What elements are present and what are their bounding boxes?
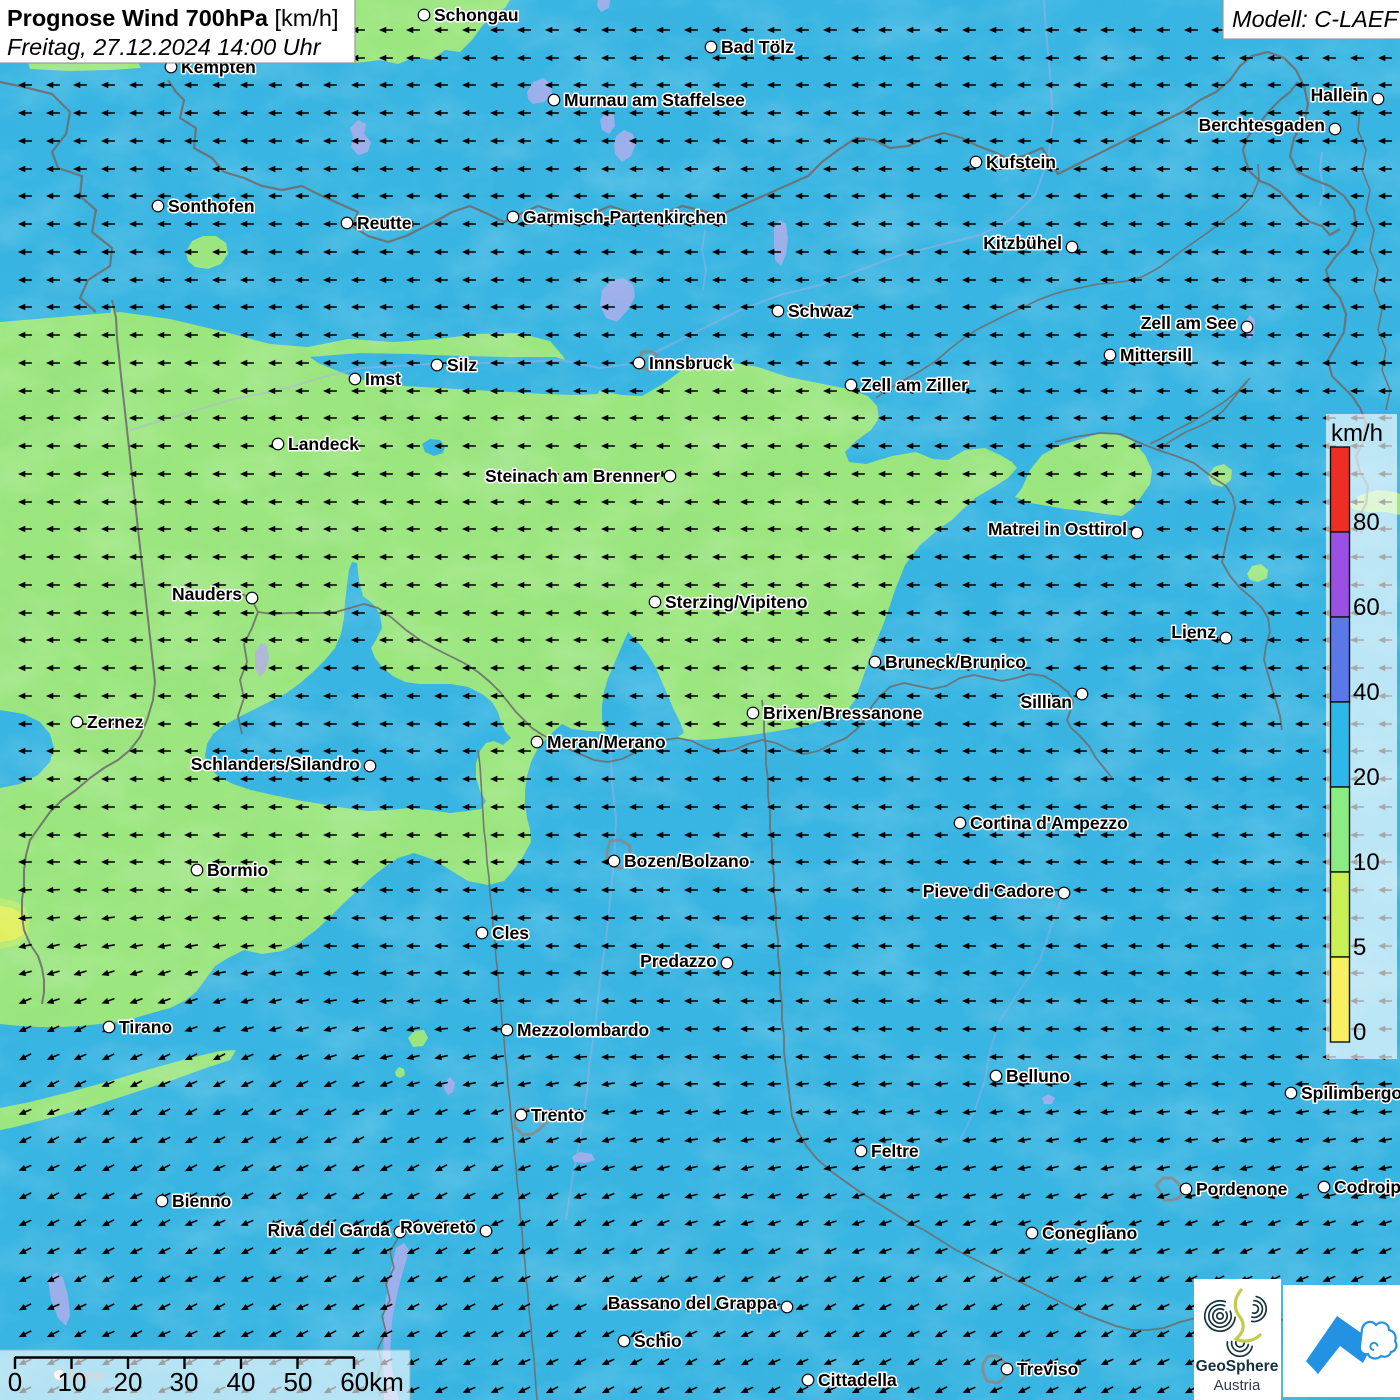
- svg-text:Cortina d'Ampezzo: Cortina d'Ampezzo: [970, 813, 1128, 833]
- svg-text:Treviso: Treviso: [1017, 1359, 1078, 1379]
- svg-text:Brixen/Bressanone: Brixen/Bressanone: [763, 703, 923, 723]
- svg-text:Bienno: Bienno: [172, 1191, 231, 1211]
- svg-text:Reutte: Reutte: [357, 213, 412, 233]
- svg-text:Pordenone: Pordenone: [1196, 1179, 1288, 1199]
- svg-text:Zernez: Zernez: [87, 712, 144, 732]
- svg-text:Spilimbergo: Spilimbergo: [1301, 1083, 1400, 1103]
- svg-text:Tirano: Tirano: [119, 1017, 172, 1037]
- svg-text:Meran/Merano: Meran/Merano: [547, 732, 666, 752]
- svg-text:20: 20: [114, 1367, 143, 1397]
- svg-text:GeoSphere: GeoSphere: [1196, 1358, 1279, 1375]
- svg-text:Freitag, 27.12.2024 14:00 Uhr: Freitag, 27.12.2024 14:00 Uhr: [7, 34, 322, 60]
- svg-text:Imst: Imst: [365, 369, 401, 389]
- svg-text:80: 80: [1353, 509, 1380, 536]
- svg-text:10: 10: [1353, 849, 1380, 876]
- svg-text:Cles: Cles: [492, 923, 529, 943]
- svg-text:Riva del Garda: Riva del Garda: [267, 1220, 390, 1240]
- svg-text:40: 40: [1353, 679, 1380, 706]
- svg-text:Murnau am Staffelsee: Murnau am Staffelsee: [564, 90, 745, 110]
- svg-text:km/h: km/h: [1331, 420, 1383, 447]
- svg-text:Kufstein: Kufstein: [986, 152, 1056, 172]
- svg-text:Garmisch-Partenkirchen: Garmisch-Partenkirchen: [523, 207, 726, 227]
- svg-text:Lienz: Lienz: [1171, 622, 1216, 642]
- svg-text:60km: 60km: [340, 1367, 404, 1397]
- svg-text:20: 20: [1353, 764, 1380, 791]
- svg-text:Bad Tölz: Bad Tölz: [721, 37, 794, 57]
- svg-text:60: 60: [1353, 594, 1380, 621]
- svg-text:Conegliano: Conegliano: [1042, 1223, 1137, 1243]
- svg-text:Austria: Austria: [1214, 1377, 1261, 1394]
- svg-text:Nauders: Nauders: [172, 584, 242, 604]
- svg-text:30: 30: [170, 1367, 199, 1397]
- svg-text:Silz: Silz: [447, 355, 477, 375]
- svg-text:Sterzing/Vipiteno: Sterzing/Vipiteno: [665, 592, 808, 612]
- svg-text:Cittadella: Cittadella: [818, 1370, 897, 1390]
- svg-text:Belluno: Belluno: [1006, 1066, 1070, 1086]
- svg-text:Zell am Ziller: Zell am Ziller: [861, 375, 968, 395]
- svg-text:Kitzbühel: Kitzbühel: [983, 233, 1062, 253]
- svg-text:Mezzolombardo: Mezzolombardo: [517, 1020, 649, 1040]
- svg-text:10: 10: [58, 1367, 87, 1397]
- svg-text:Steinach am Brenner: Steinach am Brenner: [485, 466, 660, 486]
- svg-text:Bruneck/Brunico: Bruneck/Brunico: [885, 652, 1026, 672]
- svg-text:Schongau: Schongau: [434, 5, 519, 25]
- svg-text:5: 5: [1353, 934, 1366, 961]
- svg-text:Modell: C-LAEF: Modell: C-LAEF: [1232, 6, 1399, 32]
- svg-text:Pieve di Cadore: Pieve di Cadore: [923, 881, 1055, 901]
- svg-text:Schio: Schio: [634, 1331, 682, 1351]
- svg-text:Trento: Trento: [531, 1105, 584, 1125]
- svg-text:0: 0: [8, 1367, 22, 1397]
- svg-text:Berchtesgaden: Berchtesgaden: [1199, 115, 1325, 135]
- svg-text:Prognose Wind 700hPa [km/h]: Prognose Wind 700hPa [km/h]: [7, 5, 338, 31]
- svg-text:Matrei in Osttirol: Matrei in Osttirol: [988, 519, 1127, 539]
- svg-text:Sonthofen: Sonthofen: [168, 196, 255, 216]
- svg-text:0: 0: [1353, 1019, 1366, 1046]
- svg-text:Bormio: Bormio: [207, 860, 268, 880]
- svg-text:Mittersill: Mittersill: [1120, 345, 1192, 365]
- svg-text:40: 40: [227, 1367, 256, 1397]
- svg-text:Rovereto: Rovereto: [400, 1217, 476, 1237]
- svg-text:Feltre: Feltre: [871, 1141, 919, 1161]
- svg-text:Schwaz: Schwaz: [788, 301, 852, 321]
- svg-text:Zell am See: Zell am See: [1141, 313, 1238, 333]
- svg-text:Hallein: Hallein: [1311, 85, 1368, 105]
- svg-text:Sillian: Sillian: [1020, 692, 1072, 712]
- svg-text:Bozen/Bolzano: Bozen/Bolzano: [624, 851, 749, 871]
- svg-text:Innsbruck: Innsbruck: [649, 353, 733, 373]
- svg-text:50: 50: [284, 1367, 313, 1397]
- svg-text:Bassano del Grappa: Bassano del Grappa: [608, 1293, 777, 1313]
- svg-text:Predazzo: Predazzo: [640, 951, 717, 971]
- svg-text:Landeck: Landeck: [288, 434, 359, 454]
- svg-text:Schlanders/Silandro: Schlanders/Silandro: [191, 754, 360, 774]
- svg-text:Codroipo: Codroipo: [1334, 1177, 1400, 1197]
